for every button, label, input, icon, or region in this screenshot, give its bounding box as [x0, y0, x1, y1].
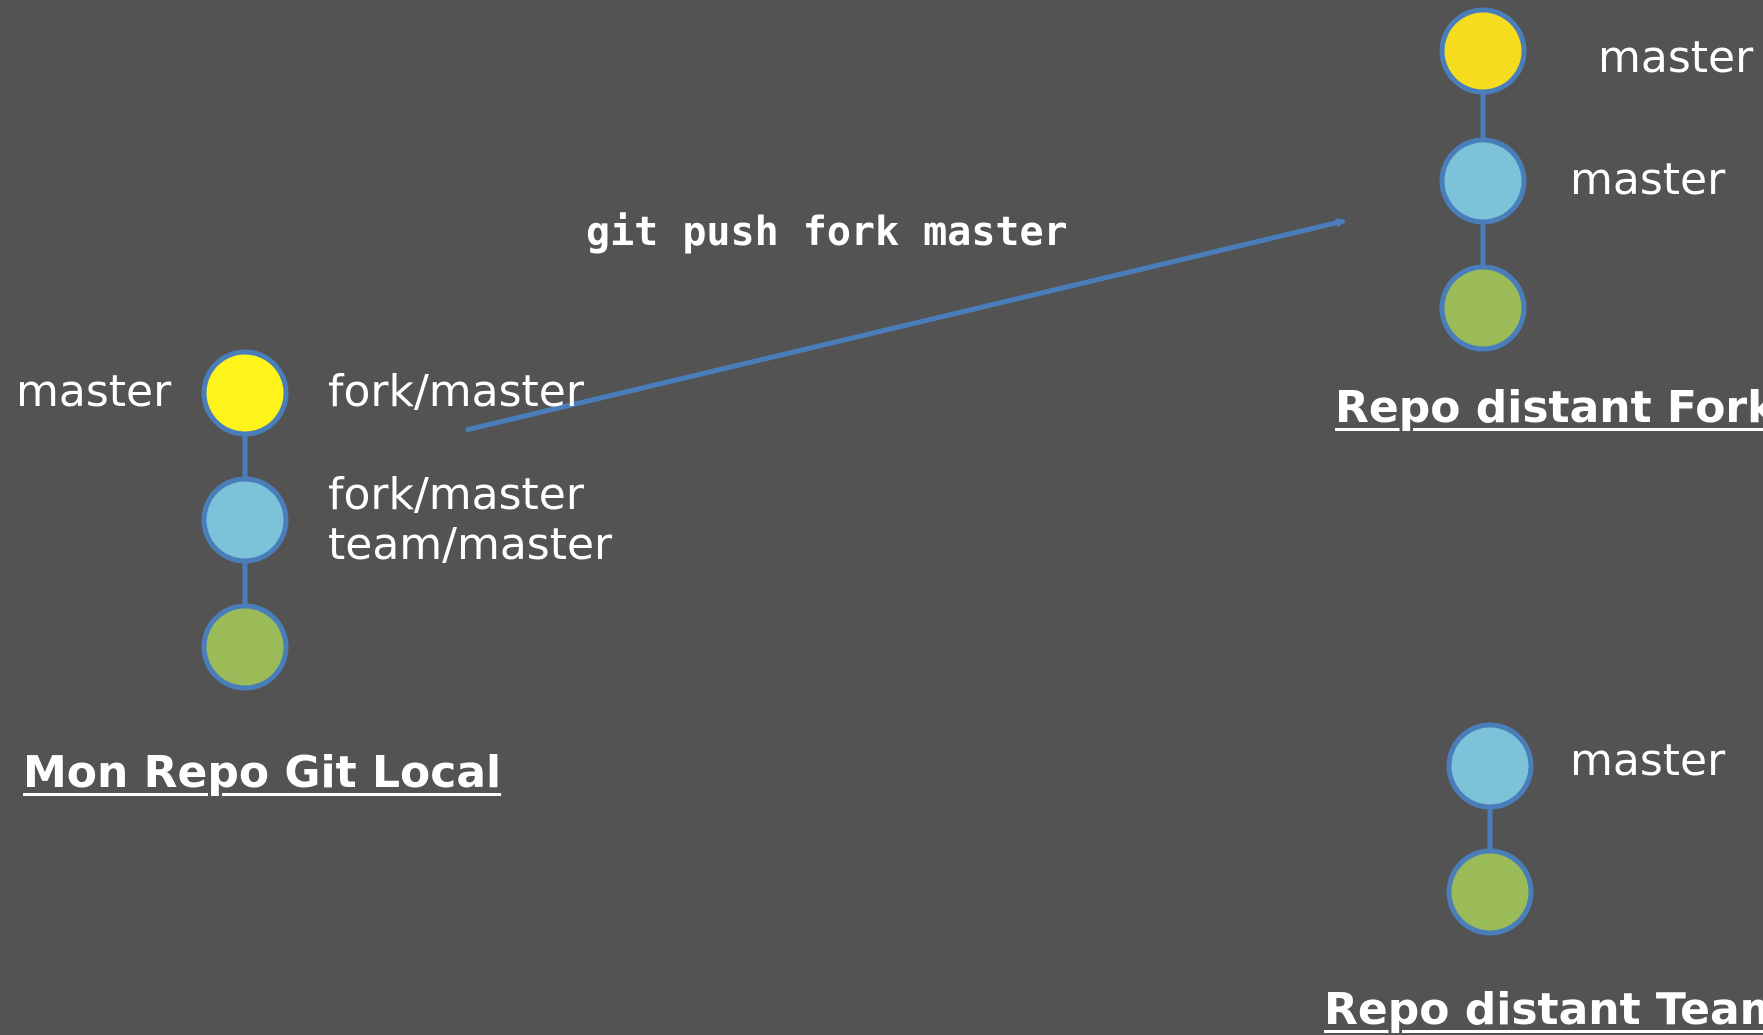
local-commit-label-team-master: team/master	[328, 519, 613, 570]
fork-repo-title: Repo distant Fork	[1335, 382, 1763, 433]
fork-commit-label-master-1: master	[1598, 32, 1754, 83]
diagram-canvas: git push fork master master fork/master …	[0, 0, 1763, 1035]
fork-commit-blue	[1439, 137, 1527, 225]
team-commit-green	[1446, 848, 1534, 936]
team-repo-title: Repo distant Team	[1324, 984, 1763, 1035]
fork-commit-yellow	[1439, 7, 1527, 95]
team-commit-label-master: master	[1570, 735, 1726, 786]
local-commit-yellow	[201, 349, 289, 437]
local-commit-green	[201, 603, 289, 691]
local-commit-label-fork-master-2: fork/master	[328, 469, 584, 520]
local-master-label: master	[16, 366, 172, 417]
local-repo-title: Mon Repo Git Local	[23, 747, 502, 798]
push-command: git push fork master	[586, 209, 1068, 255]
team-commit-blue	[1446, 722, 1534, 810]
fork-commit-green	[1439, 264, 1527, 352]
fork-commit-label-master-2: master	[1570, 154, 1726, 205]
local-commit-blue	[201, 476, 289, 564]
graph-layer	[201, 7, 1534, 936]
local-commit-label-fork-master: fork/master	[328, 366, 584, 417]
